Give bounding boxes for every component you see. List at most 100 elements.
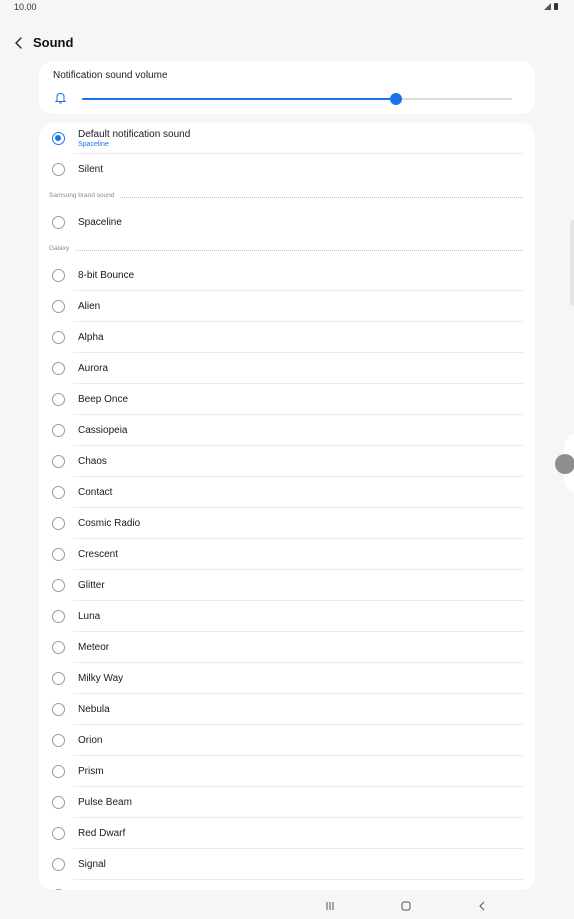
option-label: Alpha [78, 332, 104, 343]
option-label: Silent [78, 164, 104, 175]
sound-option[interactable]: Chaos [39, 446, 535, 477]
radio-button[interactable] [52, 486, 65, 499]
option-label: Nebula [78, 704, 110, 715]
option-label: Spaceline [78, 217, 122, 228]
slider-thumb[interactable] [389, 93, 402, 105]
option-label: Orion [78, 735, 103, 746]
radio-button[interactable] [52, 889, 65, 890]
sound-option[interactable]: Cosmic Radio [39, 508, 535, 539]
option-label: Prism [78, 766, 104, 777]
sound-option[interactable]: Milky Way [39, 663, 535, 694]
sound-list: Default notification sound Spaceline Sil… [39, 123, 535, 890]
section-header: Galaxy [39, 245, 535, 257]
radio-button[interactable] [52, 362, 65, 375]
radio-button[interactable] [52, 300, 65, 313]
option-label: Default notification sound [78, 129, 191, 140]
radio-button[interactable] [52, 858, 65, 871]
status-icons [544, 3, 558, 10]
sound-option[interactable]: Red Dwarf [39, 818, 535, 849]
radio-button-selected[interactable] [52, 132, 65, 145]
option-current-value: Spaceline [78, 141, 109, 148]
sound-option[interactable]: Orion [39, 725, 535, 756]
signal-icon [544, 3, 551, 10]
option-label: Milky Way [78, 673, 124, 684]
option-label: Crescent [78, 549, 119, 560]
radio-button[interactable] [52, 579, 65, 592]
option-label: 8-bit Bounce [78, 270, 135, 281]
sound-option[interactable]: 8-bit Bounce [39, 260, 535, 291]
radio-button[interactable] [52, 424, 65, 437]
radio-button[interactable] [52, 734, 65, 747]
radio-button[interactable] [52, 672, 65, 685]
radio-button[interactable] [52, 827, 65, 840]
option-label: Pulse Beam [78, 797, 132, 808]
option-label: Beep Once [78, 394, 129, 405]
radio-button[interactable] [52, 641, 65, 654]
section-divider [49, 250, 523, 251]
status-bar: 10.00 [0, 0, 574, 16]
option-label: Luna [78, 611, 101, 622]
battery-icon [554, 3, 558, 10]
sound-option[interactable]: Cassiopeia [39, 415, 535, 446]
sound-option[interactable]: Alpha [39, 322, 535, 353]
sound-option[interactable]: Luna [39, 601, 535, 632]
home-icon [401, 901, 411, 911]
radio-button[interactable] [52, 517, 65, 530]
volume-card: Notification sound volume [39, 61, 535, 114]
sound-option[interactable]: Beep Once [39, 384, 535, 415]
bell-icon [55, 92, 66, 104]
radio-button[interactable] [52, 216, 65, 229]
sound-option[interactable]: Glitter [39, 570, 535, 601]
sound-option[interactable]: Alien [39, 291, 535, 322]
sound-option[interactable]: Signal [39, 849, 535, 880]
back-button[interactable] [10, 34, 28, 52]
volume-label: Notification sound volume [53, 70, 168, 81]
navigation-bar [0, 893, 574, 919]
home-button[interactable] [398, 899, 414, 913]
sound-option[interactable]: Meteor [39, 632, 535, 663]
radio-button[interactable] [52, 269, 65, 282]
section-label: Samsung brand sound [49, 192, 121, 199]
sound-option[interactable]: Nebula [39, 694, 535, 725]
radio-button[interactable] [52, 455, 65, 468]
slider-fill [82, 98, 396, 100]
option-label: Aurora [78, 363, 109, 374]
option-silent[interactable]: Silent [39, 154, 535, 185]
section-label: Galaxy [49, 245, 76, 252]
radio-button[interactable] [52, 548, 65, 561]
option-label: Alien [78, 301, 101, 312]
back-icon [479, 901, 485, 911]
sound-option[interactable]: Crescent [39, 539, 535, 570]
radio-button[interactable] [52, 331, 65, 344]
sound-option-partial[interactable] [39, 880, 535, 890]
option-default-notification-sound[interactable]: Default notification sound Spaceline [39, 123, 535, 154]
option-label: Contact [78, 487, 113, 498]
radio-button[interactable] [52, 703, 65, 716]
option-label: Chaos [78, 456, 107, 467]
radio-button[interactable] [52, 163, 65, 176]
floating-button[interactable] [555, 454, 574, 474]
sound-option[interactable]: Prism [39, 756, 535, 787]
section-header: Samsung brand sound [39, 192, 535, 204]
status-time: 10.00 [14, 2, 37, 12]
recents-button[interactable] [322, 899, 338, 913]
volume-slider[interactable] [82, 93, 512, 105]
back-nav-button[interactable] [474, 899, 490, 913]
page-title: Sound [33, 35, 74, 50]
radio-button[interactable] [52, 393, 65, 406]
option-label: Cosmic Radio [78, 518, 141, 529]
sound-option[interactable]: Pulse Beam [39, 787, 535, 818]
option-label: Red Dwarf [78, 828, 126, 839]
header: Sound [0, 28, 574, 56]
radio-button[interactable] [52, 610, 65, 623]
option-label: Signal [78, 859, 106, 870]
radio-button[interactable] [52, 796, 65, 809]
sound-option[interactable]: Contact [39, 477, 535, 508]
option-label: Meteor [78, 642, 110, 653]
edge-panel-handle[interactable] [570, 220, 574, 306]
sound-option[interactable]: Aurora [39, 353, 535, 384]
option-label: Cassiopeia [78, 425, 128, 436]
radio-button[interactable] [52, 765, 65, 778]
option-label: Glitter [78, 580, 105, 591]
sound-option[interactable]: Spaceline [39, 207, 535, 238]
